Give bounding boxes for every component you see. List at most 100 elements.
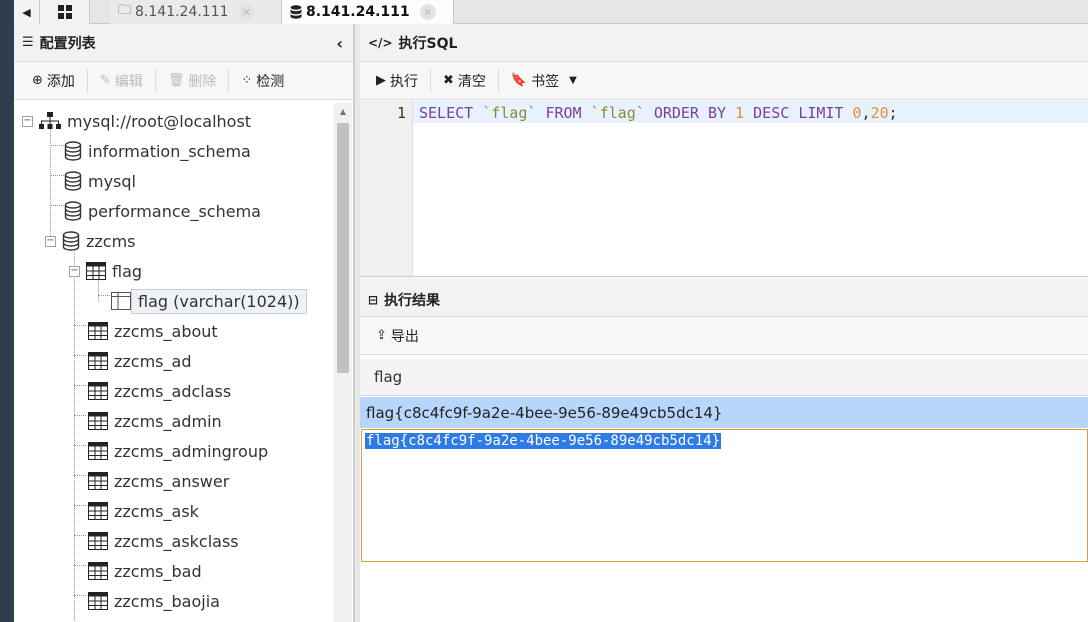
selected-text: flag{c8c4fc9f-9a2e-4bee-9e56-89e49cb5dc1… [365,433,722,449]
list-icon: ☰ [22,35,34,50]
tab-scroll-left-button[interactable]: ◀ [14,0,40,24]
column-header-flag[interactable]: flag [360,359,1088,396]
tab-database-connection[interactable]: 8.141.24.111 ✕ [282,0,454,24]
code-icon: </> [368,35,393,50]
tree-table[interactable]: zzcms_answer [88,466,235,496]
sql-number: 20 [870,104,889,122]
add-button[interactable]: ⊕ 添加 [20,68,88,93]
connection-tree: − mysql://root@localhost information_sch… [14,101,334,622]
sql-number: 1 [735,104,745,122]
database-icon [64,171,82,191]
tree-column-flag[interactable]: flag (varchar(1024)) [111,286,307,316]
tree-node-label: zzcms_ask [114,501,199,521]
edit-icon: ✎ [99,73,111,88]
tree-node-label: zzcms_about [114,321,218,341]
tree-node-label: zzcms [86,231,136,251]
table-icon [88,502,108,520]
delete-button[interactable]: 🗑 删除 [156,68,230,93]
tree-node-label: zzcms_answer [114,471,230,491]
close-icon[interactable]: ✕ [419,4,436,20]
add-label: 添加 [46,73,75,90]
tree-table[interactable]: zzcms_admingroup [88,436,274,466]
tree-scrollbar[interactable]: ▲ [334,103,352,622]
sql-keyword: LIMIT [798,104,844,122]
tree-table[interactable]: zzcms_adclass [88,376,237,406]
column-icon [111,292,131,310]
export-button[interactable]: ⇪ 导出 [364,324,431,348]
cell-value-editor[interactable]: flag{c8c4fc9f-9a2e-4bee-9e56-89e49cb5dc1… [361,429,1088,562]
home-tab[interactable] [40,0,90,24]
collapse-node-icon[interactable]: − [45,235,56,247]
plus-circle-icon: ⊕ [32,73,43,88]
export-label: 导出 [390,328,419,345]
sql-query-text[interactable]: SELECT `flag` FROM `flag` ORDER BY 1 DES… [419,104,898,122]
tab-folder-connection[interactable]: 🗀 8.141.24.111 ✕ [110,0,282,24]
caret-down-icon: ▼ [569,75,577,86]
close-icon: ✖ [443,73,454,88]
tree-table[interactable]: zzcms_ad [88,346,197,376]
config-list-panel: ☰ 配置列表 ‹ ⊕ 添加 ✎ 编辑 🗑 删除 ⁘ 检测 − mysql://r… [14,24,354,622]
table-row[interactable]: flag{c8c4fc9f-9a2e-4bee-9e56-89e49cb5dc1… [360,397,1088,428]
table-icon [88,352,108,370]
clear-button[interactable]: ✖ 清空 [431,68,499,93]
sql-keyword: SELECT [419,104,474,122]
tree-table[interactable]: zzcms_about [88,316,224,346]
upload-icon: ⇪ [376,328,387,343]
database-icon [62,231,80,251]
tree-db-performance-schema[interactable]: performance_schema [64,196,267,226]
sql-keyword: ORDER [653,104,699,122]
cell-value: flag{c8c4fc9f-9a2e-4bee-9e56-89e49cb5dc1… [366,403,723,422]
main-area: </> 执行SQL ▶ 执行 ✖ 清空 🔖 书签 ▼ 1 SELECT `fla [360,24,1088,622]
tree-node-label: zzcms_admingroup [114,441,269,461]
scroll-thumb[interactable] [337,123,349,373]
tree-table[interactable]: zzcms_ask [88,496,205,526]
bookmark-icon: 🔖 [510,73,528,88]
tree-table[interactable]: zzcms_baojia [88,586,226,616]
sql-toolbar: ▶ 执行 ✖ 清空 🔖 书签 ▼ [360,62,1088,100]
tab-label: 8.141.24.111 [306,4,410,20]
tree-table[interactable]: zzcms_admin [88,406,228,436]
collapse-node-icon[interactable]: − [22,115,33,127]
sitemap-icon [39,112,61,129]
collapse-node-icon[interactable]: − [69,265,80,277]
folder-icon: 🗀 [118,3,132,18]
edit-label: 编辑 [114,73,143,90]
result-panel-header: ⊟ 执行结果 [360,283,1088,317]
bookmark-label: 书签 [531,73,560,90]
line-gutter: 1 [360,101,413,276]
panel-title: 配置列表 [39,35,96,52]
tree-db-mysql[interactable]: mysql [64,166,142,196]
sql-editor[interactable]: 1 SELECT `flag` FROM `flag` ORDER BY 1 D… [360,101,1088,353]
tree-db-zzcms[interactable]: − zzcms [45,226,142,256]
sql-token: , [861,104,871,122]
inbox-icon: ⊟ [368,292,379,307]
bookmark-button[interactable]: 🔖 书签 ▼ [499,69,589,93]
close-icon[interactable]: ✕ [238,4,255,20]
tree-root-connection[interactable]: − mysql://root@localhost [22,106,257,136]
sql-panel-header: </> 执行SQL [360,24,1088,62]
scroll-up-icon[interactable]: ▲ [334,103,352,119]
tree-table[interactable]: zzcms_askclass [88,526,245,556]
tab-bar: ◀ 🗀 8.141.24.111 ✕ 8.141.24.111 ✕ [14,0,1088,24]
check-button[interactable]: ⁘ 检测 [229,69,296,93]
tab-label: 8.141.24.111 [135,4,229,20]
tree-table[interactable]: zzcms_bad [88,556,208,586]
table-icon [86,262,106,280]
run-button[interactable]: ▶ 执行 [364,68,431,93]
tree-table-flag[interactable]: − flag [69,256,148,286]
grid-icon [57,5,72,19]
edit-button[interactable]: ✎ 编辑 [88,68,156,93]
config-list-header: ☰ 配置列表 ‹ [14,24,353,62]
caret-left-icon: ◀ [22,5,31,19]
database-icon [64,141,82,161]
tree-db-information-schema[interactable]: information_schema [64,136,257,166]
check-label: 检测 [256,73,285,90]
collapse-icon[interactable]: ‹ [336,34,343,53]
tree-node-label: zzcms_adclass [114,381,232,401]
run-label: 执行 [390,73,418,90]
